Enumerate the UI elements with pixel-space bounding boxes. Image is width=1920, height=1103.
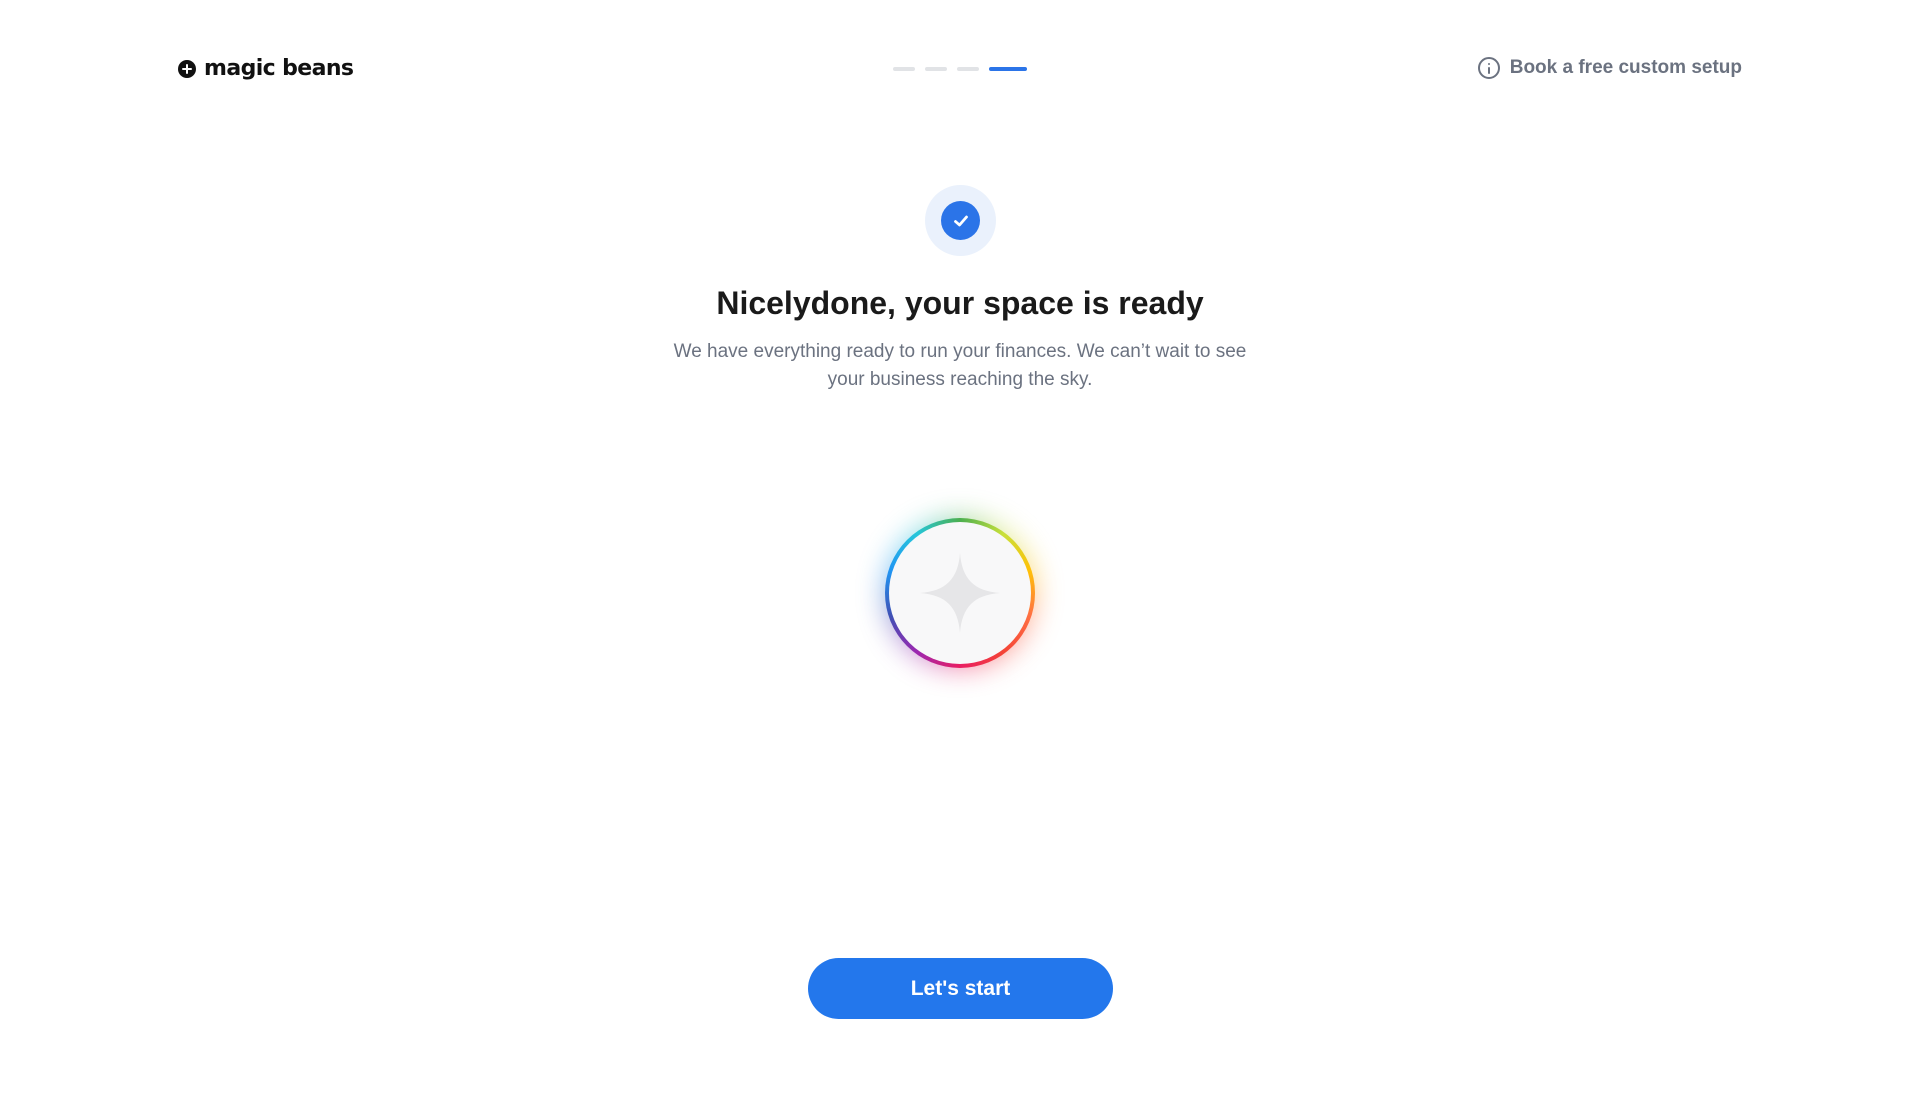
ai-orb	[885, 518, 1035, 668]
success-badge	[925, 185, 996, 256]
brand-name: magic beans	[204, 56, 354, 81]
book-setup-label: Book a free custom setup	[1509, 57, 1742, 78]
onboarding-page: magic beans Book a free custom setup Nic…	[0, 0, 1920, 1103]
plus-circle-icon	[178, 60, 196, 78]
info-icon	[1477, 57, 1500, 79]
progress-step-3	[957, 67, 979, 71]
page-title: Nicelydone, your space is ready	[716, 285, 1204, 321]
sparkle-icon	[920, 553, 1000, 633]
progress-step-4-active	[989, 67, 1027, 71]
book-setup-link[interactable]: Book a free custom setup	[1477, 57, 1742, 79]
check-icon	[953, 215, 968, 226]
progress-step-1	[893, 67, 915, 71]
brand-logo[interactable]: magic beans	[178, 54, 354, 84]
progress-step-2	[925, 67, 947, 71]
orb-inner	[889, 522, 1031, 664]
page-subtitle: We have everything ready to run your fin…	[673, 341, 1247, 390]
lets-start-button[interactable]: Let's start	[808, 958, 1113, 1019]
step-progress	[893, 67, 1027, 71]
check-circle	[941, 201, 980, 240]
